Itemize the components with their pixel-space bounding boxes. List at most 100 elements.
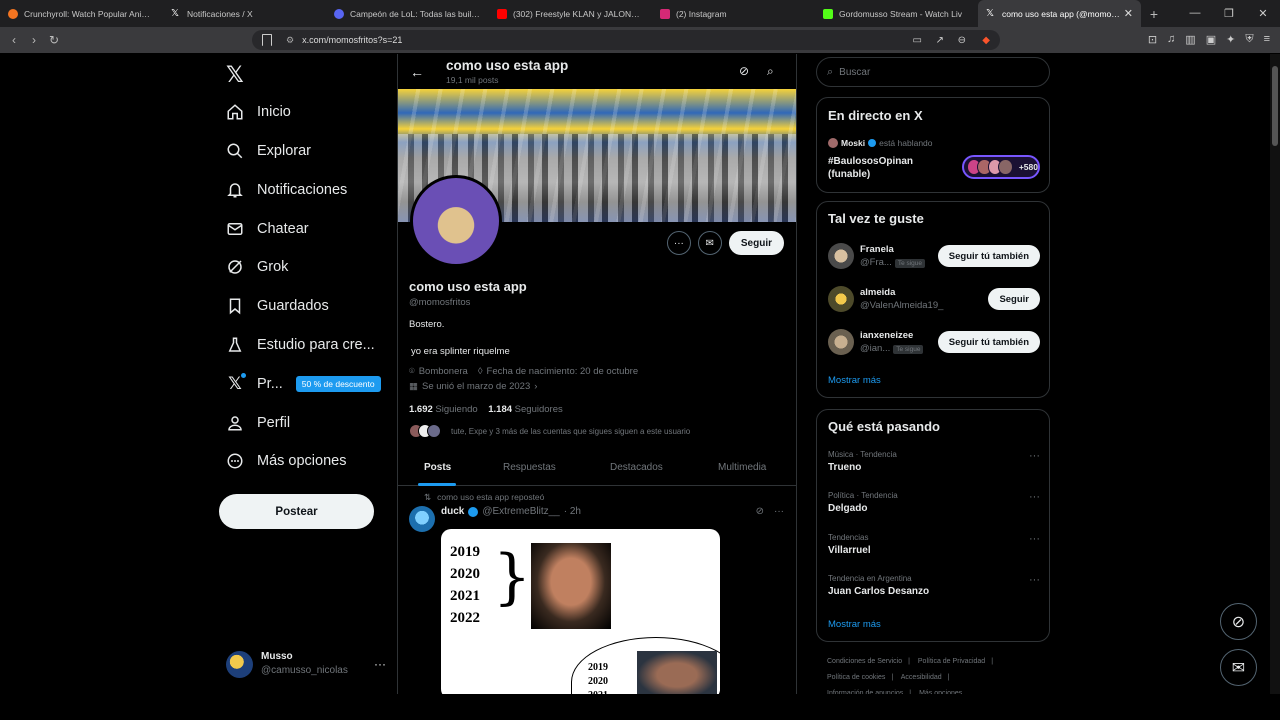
follow-button[interactable]: Seguir bbox=[988, 288, 1040, 310]
zoom-icon[interactable]: ⊖ bbox=[958, 35, 966, 46]
trend-item[interactable]: Música · Tendencia Trueno ··· bbox=[828, 450, 1040, 473]
more-dots-icon[interactable]: ··· bbox=[374, 657, 386, 671]
site-info-icon[interactable]: ⚙ bbox=[286, 35, 294, 46]
avatar[interactable] bbox=[409, 506, 435, 532]
nav-item-notifications[interactable]: Notificaciones bbox=[226, 178, 347, 202]
nav-item-grok[interactable]: Grok bbox=[226, 255, 288, 279]
more-dots-icon[interactable]: ··· bbox=[1029, 491, 1040, 503]
minimize-icon[interactable]: — bbox=[1178, 7, 1212, 20]
nav-item-profile[interactable]: Perfil bbox=[226, 411, 290, 435]
browser-tab-active[interactable]: 𝕏como uso esta app (@momosfrit ✕ bbox=[978, 0, 1141, 27]
x-logo-icon[interactable]: 𝕏 bbox=[226, 62, 244, 88]
list-item[interactable]: ianxeneizee @ian... Te sigue Seguir tú ta… bbox=[828, 326, 1040, 358]
tweet-handle[interactable]: @ExtremeBlitz__ bbox=[482, 506, 559, 517]
cast-icon[interactable]: ▭ bbox=[913, 35, 922, 46]
menu-icon[interactable]: ≡ bbox=[1264, 33, 1270, 46]
scrollbar[interactable] bbox=[1270, 54, 1280, 694]
leo-icon[interactable]: ✦ bbox=[1226, 33, 1235, 46]
nav-item-home[interactable]: Inicio bbox=[226, 100, 291, 124]
account-switcher[interactable]: Musso @camusso_nicolas ··· bbox=[226, 650, 386, 678]
close-window-icon[interactable]: ✕ bbox=[1246, 7, 1280, 20]
nav-item-more[interactable]: Más opciones bbox=[226, 449, 346, 473]
more-dots-icon[interactable]: ··· bbox=[1029, 450, 1040, 462]
follow-back-button[interactable]: Seguir tú también bbox=[937, 331, 1040, 353]
space-listeners-pill[interactable]: +580 bbox=[962, 155, 1040, 179]
more-dots-icon[interactable]: ··· bbox=[666, 231, 691, 255]
new-tab-icon[interactable]: + bbox=[1141, 6, 1167, 22]
grok-fab-button[interactable]: ⊘ bbox=[1220, 603, 1257, 640]
tab-replies[interactable]: Respuestas bbox=[503, 462, 556, 473]
search-input[interactable]: ⌕ Buscar bbox=[816, 57, 1050, 87]
tab-highlights[interactable]: Destacados bbox=[610, 462, 663, 473]
messages-fab-button[interactable]: ✉ bbox=[1220, 649, 1257, 686]
grok-icon[interactable]: ⊘ bbox=[739, 64, 749, 78]
list-item[interactable]: almeida @ValenAlmeida19_ Seguir bbox=[828, 283, 1040, 315]
more-dots-icon[interactable]: ··· bbox=[1029, 533, 1040, 545]
nav-item-bookmarks[interactable]: Guardados bbox=[226, 294, 329, 318]
nav-item-explore[interactable]: Explorar bbox=[226, 139, 311, 163]
browser-tab[interactable]: 𝕏 Notificaciones / X bbox=[163, 0, 326, 27]
list-item[interactable]: Franela @Fra... Te sigue Seguir tú tambié… bbox=[828, 240, 1040, 272]
followers-you-know[interactable]: tute, Expe y 3 más de las cuentas que si… bbox=[409, 424, 690, 438]
trend-item[interactable]: Política · Tendencia Delgado ··· bbox=[828, 491, 1040, 514]
more-dots-icon[interactable]: ··· bbox=[774, 506, 784, 517]
following-link[interactable]: 1.692 Siguiendo bbox=[409, 404, 478, 415]
live-space-title[interactable]: #BaulososOpinan (funable) bbox=[828, 155, 938, 181]
footer-link[interactable]: Política de cookies bbox=[827, 674, 885, 681]
footer-link[interactable]: Política de Privacidad bbox=[918, 658, 985, 665]
search-icon[interactable]: ⌕ bbox=[767, 64, 774, 79]
post-button[interactable]: Postear bbox=[219, 494, 374, 529]
screenshot-icon[interactable]: ⊡ bbox=[1148, 33, 1157, 46]
grok-icon[interactable]: ⊘ bbox=[756, 506, 764, 517]
followers-link[interactable]: 1.184 Seguidores bbox=[488, 404, 562, 415]
footer-link[interactable]: Accesibilidad bbox=[901, 674, 942, 681]
discount-badge[interactable]: 50 % de descuento bbox=[295, 376, 381, 392]
live-host[interactable]: Moski está hablando bbox=[828, 138, 933, 148]
lol-favicon-icon bbox=[334, 8, 344, 19]
nav-item-premium[interactable]: 𝕏 Pr... 50 % de descuento bbox=[226, 372, 381, 396]
trend-item[interactable]: Tendencia en Argentina Juan Carlos Desan… bbox=[828, 574, 1040, 597]
bookmark-icon[interactable] bbox=[262, 34, 272, 46]
footer-link[interactable]: Condiciones de Servicio bbox=[827, 658, 902, 665]
back-arrow-icon[interactable]: ← bbox=[410, 64, 424, 80]
follow-button[interactable]: Seguir bbox=[728, 231, 784, 255]
music-icon[interactable]: ♫ bbox=[1167, 33, 1175, 46]
maximize-icon[interactable]: ❐ bbox=[1212, 7, 1246, 20]
forward-icon[interactable]: › bbox=[24, 33, 44, 47]
profile-joined[interactable]: ▦ Se unió el marzo de 2023 › bbox=[409, 381, 537, 392]
share-icon[interactable]: ↗ bbox=[936, 35, 944, 46]
repost-label[interactable]: ⇅ como uso esta app reposteó bbox=[424, 492, 544, 503]
trend-item[interactable]: Tendencias Villarruel ··· bbox=[828, 533, 1040, 556]
more-dots-icon[interactable]: ··· bbox=[1029, 574, 1040, 586]
close-tab-icon[interactable]: ✕ bbox=[1124, 7, 1133, 20]
browser-tab[interactable]: Gordomusso Stream - Watch Liv bbox=[815, 0, 978, 27]
back-icon[interactable]: ‹ bbox=[4, 33, 24, 47]
profile-avatar[interactable] bbox=[410, 175, 502, 267]
browser-tab[interactable]: Campeón de LoL: Todas las builds, ti bbox=[326, 0, 489, 27]
tweet-author[interactable]: duck bbox=[441, 506, 464, 517]
browser-tab[interactable]: (302) Freestyle KLAN y JALONER con bbox=[489, 0, 652, 27]
reload-icon[interactable]: ↻ bbox=[44, 33, 64, 47]
meme-face bbox=[531, 543, 611, 629]
x-favicon-icon: 𝕏 bbox=[171, 7, 180, 19]
scrollbar-thumb[interactable] bbox=[1272, 66, 1278, 146]
nav-item-creator-studio[interactable]: Estudio para cre... bbox=[226, 333, 375, 357]
browser-tab[interactable]: Crunchyroll: Watch Popular Anime, P bbox=[0, 0, 163, 27]
message-icon[interactable]: ✉ bbox=[697, 231, 722, 255]
tweet-image[interactable]: 2019 2020 2021 2022 } 2019 2020 2021 bbox=[441, 529, 720, 694]
nav-item-chat[interactable]: Chatear bbox=[226, 217, 309, 241]
brave-shield-icon[interactable]: ◆ bbox=[982, 35, 990, 46]
show-more-link[interactable]: Mostrar más bbox=[828, 375, 881, 386]
trends-card: Qué está pasando Música · Tendencia True… bbox=[816, 409, 1050, 642]
tab-posts[interactable]: Posts bbox=[424, 462, 451, 473]
browser-tab[interactable]: (2) Instagram bbox=[652, 0, 815, 27]
tab-media[interactable]: Multimedia bbox=[718, 462, 766, 473]
active-tab-indicator bbox=[418, 483, 456, 486]
vpn-icon[interactable]: ⛨ bbox=[1245, 33, 1253, 46]
tweet-time[interactable]: · 2h bbox=[564, 506, 581, 517]
wallet-icon[interactable]: ▣ bbox=[1206, 33, 1216, 46]
sidebar-icon[interactable]: ▥ bbox=[1185, 33, 1195, 46]
follow-back-button[interactable]: Seguir tú también bbox=[937, 245, 1040, 267]
address-bar[interactable]: ⚙ x.com/momosfritos?s=21 ▭ ↗ ⊖ ◆ bbox=[252, 30, 1000, 50]
show-more-link[interactable]: Mostrar más bbox=[828, 619, 881, 630]
